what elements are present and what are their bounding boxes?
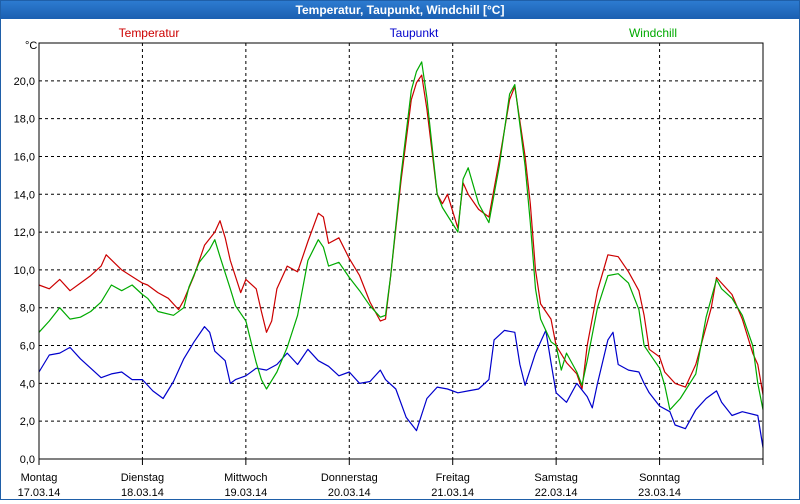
legend-temperatur: Temperatur xyxy=(119,26,180,40)
y-tick-label: 4,0 xyxy=(20,378,35,390)
chart-window: Temperatur, Taupunkt, Windchill [°C] 0,0… xyxy=(0,0,800,500)
legend-taupunkt: Taupunkt xyxy=(390,26,439,40)
legend-layer: Temperatur Taupunkt Windchill xyxy=(119,26,677,40)
x-tick-date: 18.03.14 xyxy=(121,487,164,499)
x-tick-day: Samstag xyxy=(534,472,577,484)
y-tick-label: 0,0 xyxy=(20,454,35,466)
y-tick-label: 12,0 xyxy=(14,227,35,239)
y-axis-unit: °C xyxy=(25,40,37,52)
x-tick-date: 20.03.14 xyxy=(328,487,371,499)
y-tick-label: 10,0 xyxy=(14,265,35,277)
y-tick-label: 20,0 xyxy=(14,76,35,88)
x-tick-day: Freitag xyxy=(436,472,470,484)
x-tick-date: 21.03.14 xyxy=(431,487,474,499)
series-layer xyxy=(38,61,764,448)
x-tick-date: 23.03.14 xyxy=(638,487,681,499)
y-tick-label: 16,0 xyxy=(14,151,35,163)
x-tick-day: Montag xyxy=(21,472,58,484)
window-title: Temperatur, Taupunkt, Windchill [°C] xyxy=(1,1,799,19)
x-tick-date: 19.03.14 xyxy=(224,487,267,499)
series-line-temperatur xyxy=(38,74,764,395)
y-tick-label: 8,0 xyxy=(20,303,35,315)
series-line-windchill xyxy=(38,61,764,411)
x-tick-day: Mittwoch xyxy=(224,472,267,484)
grid-layer xyxy=(39,43,763,459)
legend-windchill: Windchill xyxy=(629,26,677,40)
x-tick-date: 17.03.14 xyxy=(18,487,61,499)
y-tick-label: 2,0 xyxy=(20,416,35,428)
plot-frame xyxy=(38,42,764,460)
y-tick-label: 6,0 xyxy=(20,341,35,353)
chart-area: 0,0 2,0 4,0 6,0 8,0 10,0 12,0 14,0 16,0 18,0 20,0 °… xyxy=(1,19,799,499)
chart-svg: 0,0 2,0 4,0 6,0 8,0 10,0 12,0 14,0 16,0 18,0 20,0 °… xyxy=(14,26,764,499)
y-tick-label: 18,0 xyxy=(14,114,35,126)
y-tick-label: 14,0 xyxy=(14,189,35,201)
x-tick-day: Dienstag xyxy=(121,472,164,484)
series-line-taupunkt xyxy=(38,326,764,448)
x-tick-day: Donnerstag xyxy=(321,472,378,484)
x-tick-day: Sonntag xyxy=(639,472,680,484)
x-tick-date: 22.03.14 xyxy=(535,487,578,499)
